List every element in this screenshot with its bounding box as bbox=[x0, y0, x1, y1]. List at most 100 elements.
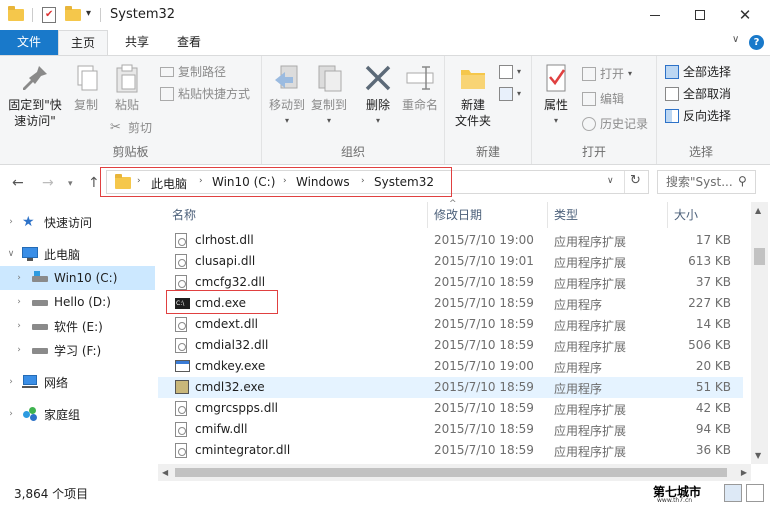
table-row[interactable]: cmgrcspps.dll 2015/7/10 18:59 应用程序扩展 42 … bbox=[158, 398, 743, 419]
copy-button[interactable]: 复制 bbox=[66, 62, 106, 113]
pin-to-quick-access-button[interactable]: 固定到"快 速访问" bbox=[4, 62, 66, 129]
table-row[interactable]: cmdext.dll 2015/7/10 18:59 应用程序扩展 14 KB bbox=[158, 314, 743, 335]
easy-access-button[interactable]: ▾ bbox=[499, 84, 521, 104]
move-to-button[interactable]: 移动到 ▾ bbox=[266, 62, 308, 129]
edit-button[interactable]: 编辑 bbox=[582, 89, 624, 109]
minimize-button[interactable] bbox=[632, 0, 678, 30]
delete-button[interactable]: 删除 ▾ bbox=[358, 62, 398, 129]
search-icon[interactable]: ⚲ bbox=[738, 174, 747, 188]
select-group-label: 选择 bbox=[688, 145, 713, 159]
back-arrow-icon[interactable]: ← bbox=[12, 175, 24, 191]
vertical-scrollbar[interactable]: ▲ ▼ bbox=[751, 202, 768, 464]
separator bbox=[100, 8, 101, 22]
properties-check-icon[interactable]: ✔ bbox=[42, 7, 56, 23]
clipboard-group: 固定到"快 速访问" 复制 粘贴 复制路径 粘贴快捷方式 ✂ 剪切 剪贴板 bbox=[0, 56, 262, 164]
paste-shortcut-icon bbox=[160, 87, 174, 101]
tab-file[interactable]: 文件 bbox=[0, 30, 58, 55]
up-arrow-icon[interactable]: ↑ bbox=[88, 175, 100, 191]
nav-item-drive-f[interactable]: › 学习 (F:) bbox=[0, 338, 155, 362]
properties-button[interactable]: 属性 ▾ bbox=[536, 62, 576, 129]
move-to-icon bbox=[271, 62, 303, 94]
column-header-date[interactable]: 修改日期 bbox=[428, 202, 548, 228]
table-row[interactable]: cmifw.dll 2015/7/10 18:59 应用程序扩展 94 KB bbox=[158, 419, 743, 440]
vertical-scroll-thumb[interactable] bbox=[754, 248, 765, 265]
dll-file-icon bbox=[175, 233, 187, 248]
paste-button[interactable]: 粘贴 bbox=[106, 62, 148, 113]
large-icons-view-icon[interactable] bbox=[746, 484, 764, 502]
column-header-size[interactable]: 大小 bbox=[668, 202, 748, 228]
paste-icon bbox=[111, 62, 143, 94]
clipboard-group-label: 剪贴板 bbox=[112, 145, 149, 159]
table-row[interactable]: clrhost.dll 2015/7/10 19:00 应用程序扩展 17 KB bbox=[158, 230, 743, 251]
ribbon: 固定到"快 速访问" 复制 粘贴 复制路径 粘贴快捷方式 ✂ 剪切 剪贴板 移动… bbox=[0, 55, 770, 165]
chevron-right-icon[interactable]: › bbox=[14, 273, 24, 283]
nav-item-drive-e[interactable]: › 软件 (E:) bbox=[0, 314, 155, 338]
quick-access-dropdown-icon[interactable]: ▾ bbox=[86, 8, 91, 19]
cmdl-exe-icon bbox=[175, 380, 189, 394]
ribbon-tabs: 文件 主页 共享 查看 ∨ ? bbox=[0, 30, 770, 56]
dll-file-icon bbox=[175, 254, 187, 269]
table-row[interactable]: cmdial32.dll 2015/7/10 18:59 应用程序扩展 506 … bbox=[158, 335, 743, 356]
table-row[interactable]: clusapi.dll 2015/7/10 19:01 应用程序扩展 613 K… bbox=[158, 251, 743, 272]
table-row[interactable]: cmintegrator.dll 2015/7/10 18:59 应用程序扩展 … bbox=[158, 440, 743, 461]
tab-home[interactable]: 主页 bbox=[58, 30, 108, 56]
scroll-right-icon[interactable]: ▶ bbox=[741, 468, 747, 477]
address-dropdown-icon[interactable]: ∨ bbox=[607, 176, 614, 186]
chevron-right-icon[interactable]: › bbox=[14, 345, 24, 355]
select-none-button[interactable]: 全部取消 bbox=[665, 84, 731, 104]
search-box[interactable]: ⚲ bbox=[657, 170, 756, 194]
new-item-icon bbox=[499, 65, 513, 79]
tab-view[interactable]: 查看 bbox=[164, 30, 214, 55]
search-input[interactable] bbox=[666, 174, 736, 190]
paste-shortcut-button[interactable]: 粘贴快捷方式 bbox=[160, 84, 250, 104]
table-row[interactable]: cmdkey.exe 2015/7/10 19:00 应用程序 20 KB bbox=[158, 356, 743, 377]
tab-share[interactable]: 共享 bbox=[112, 30, 162, 55]
nav-item-this-pc[interactable]: ∨ 此电脑 bbox=[0, 242, 155, 266]
details-view-icon[interactable] bbox=[724, 484, 742, 502]
invert-selection-button[interactable]: 反向选择 bbox=[665, 106, 731, 126]
chevron-right-icon[interactable]: › bbox=[6, 409, 16, 419]
horizontal-scrollbar[interactable]: ◀ ▶ bbox=[158, 464, 751, 481]
edit-icon bbox=[582, 92, 596, 106]
easy-access-icon bbox=[499, 87, 513, 101]
chevron-right-icon[interactable]: › bbox=[6, 377, 16, 387]
scissors-icon: ✂ bbox=[110, 120, 121, 135]
nav-item-drive-d[interactable]: › Hello (D:) bbox=[0, 290, 155, 314]
collapse-ribbon-icon[interactable]: ∨ bbox=[732, 34, 739, 45]
horizontal-scroll-thumb[interactable] bbox=[175, 468, 727, 477]
nav-item-drive-c[interactable]: › Win10 (C:) bbox=[0, 266, 155, 290]
nav-item-quick-access[interactable]: › ★ 快速访问 bbox=[0, 210, 155, 234]
copy-path-button[interactable]: 复制路径 bbox=[160, 62, 226, 82]
nav-item-homegroup[interactable]: › 家庭组 bbox=[0, 402, 155, 426]
chevron-down-icon[interactable]: ∨ bbox=[6, 249, 16, 259]
open-group: 属性 ▾ 打开 ▾ 编辑 历史记录 打开 bbox=[532, 56, 657, 164]
close-button[interactable]: ✕ bbox=[722, 0, 768, 30]
cut-button[interactable]: ✂ 剪切 bbox=[110, 118, 152, 138]
column-header-name[interactable]: 名称 bbox=[166, 202, 428, 228]
open-button[interactable]: 打开 ▾ bbox=[582, 64, 632, 84]
chevron-right-icon[interactable]: › bbox=[14, 297, 24, 307]
scroll-up-icon[interactable]: ▲ bbox=[755, 206, 761, 215]
refresh-icon[interactable]: ↻ bbox=[630, 173, 641, 188]
new-item-button[interactable]: ▾ bbox=[499, 62, 521, 82]
chevron-right-icon[interactable]: › bbox=[14, 321, 24, 331]
copy-to-button[interactable]: 复制到 ▾ bbox=[308, 62, 350, 129]
forward-arrow-icon[interactable]: → bbox=[42, 175, 54, 191]
new-folder-button[interactable]: 新建 文件夹 bbox=[449, 62, 497, 129]
copy-to-icon bbox=[313, 62, 345, 94]
scroll-left-icon[interactable]: ◀ bbox=[162, 468, 168, 477]
select-all-button[interactable]: 全部选择 bbox=[665, 62, 731, 82]
recent-locations-chevron-icon[interactable]: ▾ bbox=[68, 179, 73, 189]
dll-file-icon bbox=[175, 275, 187, 290]
scroll-down-icon[interactable]: ▼ bbox=[755, 451, 761, 460]
select-group: 全部选择 全部取消 反向选择 选择 bbox=[657, 56, 745, 164]
maximize-button[interactable] bbox=[677, 0, 723, 30]
dll-file-icon bbox=[175, 401, 187, 416]
help-icon[interactable]: ? bbox=[749, 35, 764, 50]
table-row-hovered[interactable]: cmdl32.exe 2015/7/10 18:59 应用程序 51 KB bbox=[158, 377, 743, 398]
history-button[interactable]: 历史记录 bbox=[582, 114, 648, 134]
nav-item-network[interactable]: › 网络 bbox=[0, 370, 155, 394]
rename-button[interactable]: 重命名 bbox=[398, 62, 442, 113]
column-header-type[interactable]: 类型 bbox=[548, 202, 668, 228]
chevron-right-icon[interactable]: › bbox=[6, 217, 16, 227]
